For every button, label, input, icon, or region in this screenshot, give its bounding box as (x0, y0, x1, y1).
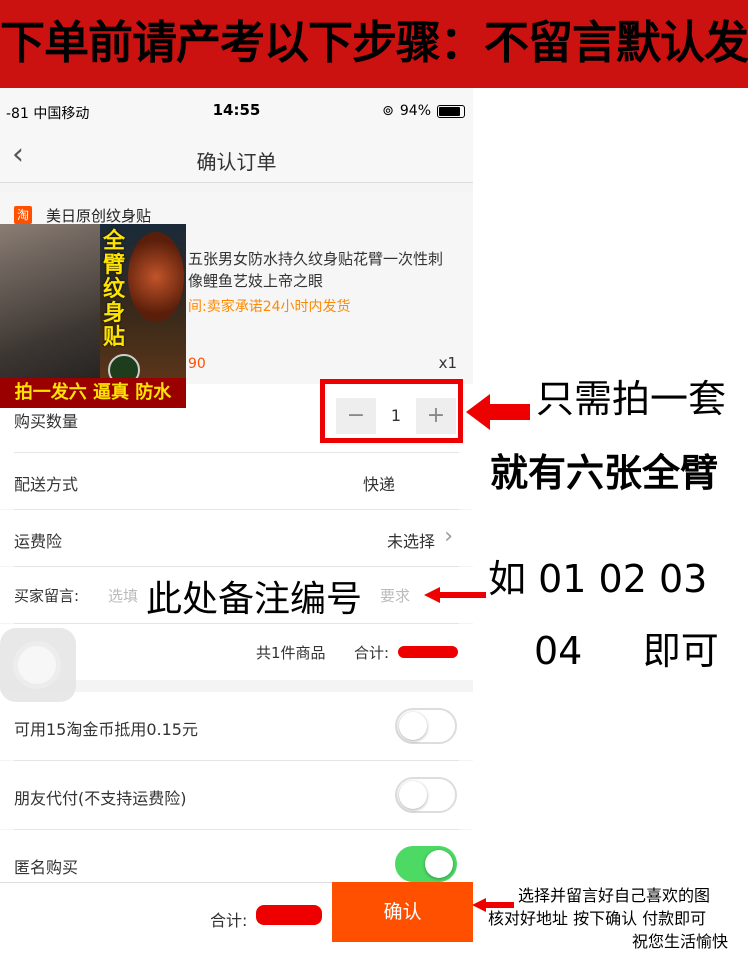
friend-pay-toggle[interactable] (395, 777, 457, 813)
page-title: 确认订单 (196, 150, 277, 174)
row-coin-discount: 可用15淘金币抵用0.15元 (0, 692, 473, 760)
annotation-example-line1: 如 01 02 03 (488, 557, 708, 601)
taobao-shop-icon: 淘 (14, 206, 32, 224)
lock-rotation-icon: ⊚ (382, 103, 394, 119)
product-title[interactable]: 五张男女防水持久纹身贴花臂一次性刺 像鲤鱼艺妓上帝之眼 (188, 248, 463, 292)
arrow-left-icon (424, 587, 486, 603)
image-bottom-text: 拍一发六 逼真 防水 (0, 378, 186, 408)
chevron-right-icon: › (444, 524, 453, 549)
option-label-coins: 可用15淘金币抵用0.15元 (14, 720, 198, 739)
option-label-friend-pay: 朋友代付(不支持运费险) (14, 789, 187, 808)
annotation-note-number: 此处备注编号 (146, 579, 363, 620)
shipping-promise: 间:卖家承诺24小时内发货 (188, 299, 351, 315)
battery-percent: 94% (399, 103, 431, 119)
delivery-label: 配送方式 (14, 475, 79, 494)
top-banner: 下单前请产考以下步骤：不留言默认发 (0, 0, 748, 88)
redacted-total (256, 905, 322, 925)
row-anonymous: 匿名购买 (0, 830, 473, 882)
option-label-anonymous: 匿名购买 (14, 858, 79, 877)
row-friend-pay: 朋友代付(不支持运费险) (0, 761, 473, 829)
assistive-touch-button[interactable] (0, 628, 76, 702)
arrow-left-icon (466, 394, 530, 430)
banner-text: 下单前请产考以下步骤：不留言默认发 (0, 16, 748, 69)
redacted-amount (398, 646, 458, 658)
message-label: 买家留言: (14, 587, 80, 605)
delivery-value: 快递 (362, 475, 395, 494)
phone-screen: -81 中国移动 14:55 ⊚ 94% ‹ 确认订单 淘 美日原创纹身贴 五张… (0, 88, 473, 958)
product-quantity: x1 (438, 354, 457, 372)
message-placeholder[interactable]: 选填 (108, 585, 138, 606)
annotation-six-arms: 就有六张全臂 (490, 451, 719, 495)
product-price: 90 (188, 356, 206, 372)
product-image[interactable]: 全臂纹身贴 拍一发六 逼真 防水 (0, 224, 186, 408)
quantity-label: 购买数量 (14, 412, 79, 431)
item-count: 共1件商品 (256, 644, 326, 662)
annotation-example-line2: 04 即可 (534, 629, 719, 673)
image-vertical-text: 全臂纹身贴 (102, 229, 125, 350)
insurance-value: 未选择 (386, 532, 435, 551)
insurance-label: 运费险 (14, 532, 63, 551)
message-placeholder-end[interactable]: 要求 (380, 585, 410, 606)
row-delivery[interactable]: 配送方式 快递 (0, 453, 473, 509)
annotation-instructions-3: 祝您生活愉快 (632, 932, 729, 951)
row-shipping-insurance[interactable]: 运费险 未选择 › (0, 510, 473, 566)
anonymous-toggle[interactable] (395, 846, 457, 882)
annotation-one-set: 只需拍一套 (536, 377, 727, 421)
quantity-highlight-box (320, 379, 463, 443)
nav-bar: ‹ 确认订单 (0, 132, 473, 183)
coin-discount-toggle[interactable] (395, 708, 457, 744)
annotation-instructions-1: 选择并留言好自己喜欢的图 (518, 886, 711, 905)
footer-total-label: 合计: (210, 911, 248, 930)
status-bar: -81 中国移动 14:55 ⊚ 94% (0, 88, 473, 132)
subtotal-label: 合计: (354, 644, 390, 662)
shop-name[interactable]: 美日原创纹身贴 (46, 205, 151, 226)
confirm-button[interactable]: 确认 (332, 882, 473, 942)
battery-icon (437, 104, 465, 118)
annotation-instructions-2: 核对好地址 按下确认 付款即可 (488, 909, 707, 928)
